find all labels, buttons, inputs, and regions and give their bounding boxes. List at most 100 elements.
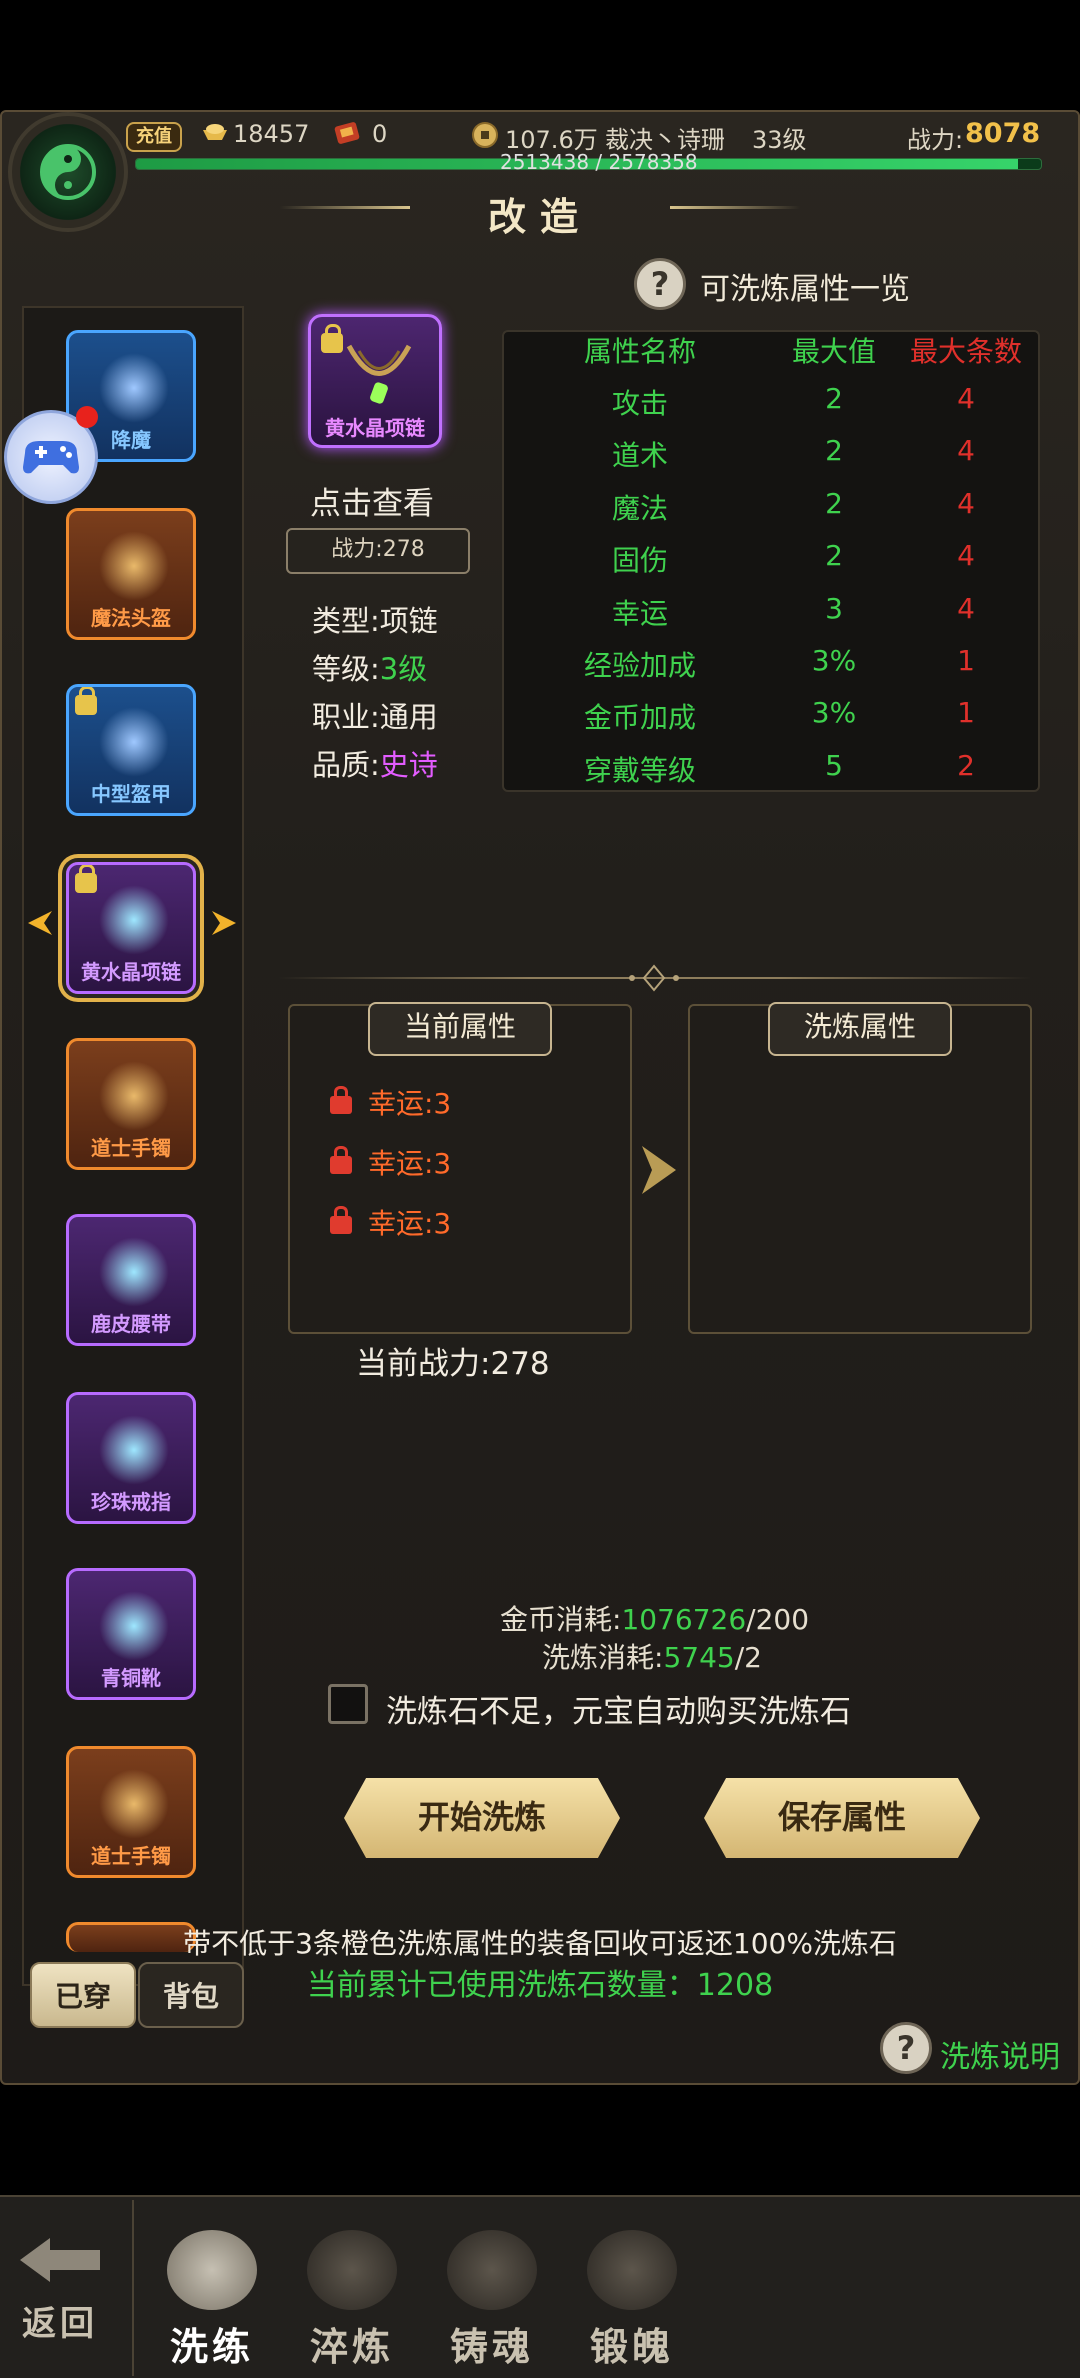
cast-soul-tab-icon (447, 2230, 537, 2310)
red-lock-icon[interactable] (330, 1206, 352, 1234)
nav-tab-label: 洗练 (169, 2324, 254, 2369)
click-view-label[interactable]: 点击查看 (310, 478, 434, 523)
item-quality-label: 品质: (312, 748, 380, 782)
table-cell: 攻击 (611, 387, 668, 420)
equipment-slot-label: 青铜靴 (101, 1666, 161, 1690)
equipment-art-icon (99, 1061, 169, 1131)
current-attr-line: 幸运:3 (330, 1082, 451, 1122)
table-cell: 幸运 (611, 596, 668, 630)
nav-tab-label: 锻魄 (589, 2324, 674, 2369)
equipment-slot[interactable]: 道士手镯 (66, 1746, 196, 1878)
page-title: 改造 (487, 194, 592, 239)
equipment-slot[interactable]: 中型盔甲 (66, 684, 196, 816)
current-attr-line: 幸运:3 (330, 1202, 451, 1242)
refine-attrs-title: 洗炼属性 (768, 1002, 952, 1056)
current-attrs-box: 当前属性 幸运:3 幸运:3 幸运:3 (288, 1002, 632, 1334)
stone-cost-have: 5745 (663, 1641, 735, 1674)
item-quality: 品质:史诗 (312, 742, 438, 784)
table-cell: 经验加成 (583, 649, 696, 682)
item-type: 类型:项链 (312, 604, 438, 638)
yin-yang-icon (40, 144, 96, 200)
stone-used-count: 当前累计已使用洗炼石数量：1208 (306, 1968, 774, 2003)
equipment-art-icon (99, 1591, 169, 1661)
stone-cost-label: 洗炼消耗: (542, 1641, 664, 1674)
table-cell: 固伤 (611, 544, 668, 578)
explain-help-icon[interactable]: ? (880, 2022, 932, 2074)
save-attrs-button[interactable]: 保存属性 (704, 1778, 980, 1858)
gold-cost-need: /200 (746, 1603, 810, 1636)
gold-cost-label: 金币消耗: (500, 1603, 622, 1636)
table-cell: 道术 (611, 439, 668, 473)
table-header: 属性名称 (583, 335, 696, 368)
red-lock-icon[interactable] (330, 1086, 352, 1114)
table-cell: 1 (957, 644, 975, 677)
ticket-count: 0 (372, 120, 388, 148)
quench-tab-icon (307, 2230, 397, 2310)
current-attr-text: 幸运:3 (368, 1087, 452, 1120)
equipment-art-icon (99, 1415, 169, 1485)
equipment-slot[interactable]: 魔法头盔 (66, 508, 196, 640)
taoist-avatar[interactable] (8, 112, 128, 232)
equipment-art-icon (99, 531, 169, 601)
red-lock-icon[interactable] (330, 1146, 352, 1174)
item-power-badge: 战力:278 (286, 528, 470, 574)
lock-icon (75, 687, 97, 715)
player-level: 33级 (752, 126, 807, 154)
notification-dot (76, 406, 98, 428)
table-cell: 金币加成 (583, 701, 696, 735)
table-header: 最大条数 (909, 335, 1022, 368)
gold-cost: 金币消耗:1076726/200 (500, 1598, 809, 1638)
nav-tab-forge-spirit[interactable]: 锻魄 (572, 2230, 692, 2371)
current-attr-text: 幸运:3 (368, 1147, 452, 1180)
table-cell: 4 (957, 382, 975, 415)
equipment-art-icon (99, 885, 169, 955)
back-label: 返回 (22, 2304, 98, 2344)
table-cell: 魔法 (611, 491, 668, 525)
nav-tab-cast-soul[interactable]: 铸魂 (432, 2230, 552, 2371)
item-icon-label: 黄水晶项链 (325, 416, 425, 440)
table-cell: 2 (957, 748, 975, 782)
item-job: 职业:通用 (312, 700, 438, 734)
equipment-slot[interactable]: 道士手镯 (66, 1038, 196, 1170)
nav-tab-refine[interactable]: 洗练 (152, 2230, 272, 2371)
ticket-icon (332, 120, 362, 154)
back-button[interactable]: 返回 (0, 2230, 120, 2345)
attr-list-link[interactable]: 可洗炼属性一览 (700, 264, 910, 308)
auto-buy-checkbox[interactable] (328, 1684, 368, 1724)
start-refine-button[interactable]: 开始洗炼 (344, 1778, 620, 1858)
current-attrs-title: 当前属性 (368, 1002, 552, 1056)
equipment-slot[interactable]: 黄水晶项链 (66, 862, 196, 994)
equipment-slot-label: 中型盔甲 (91, 782, 171, 806)
current-attr-text: 幸运:3 (368, 1207, 452, 1240)
refine-tab-icon (167, 2230, 257, 2310)
help-icon[interactable]: ? (634, 258, 686, 310)
selected-item-icon[interactable]: 黄水晶项链 (308, 314, 442, 448)
divider-ornament-icon (629, 964, 679, 992)
selection-arrow-right-icon (212, 911, 236, 935)
table-cell: 穿戴等级 (583, 753, 696, 787)
stone-cost: 洗炼消耗:5745/2 (542, 1636, 762, 1676)
equipment-art-icon (99, 1769, 169, 1839)
equipment-slot[interactable]: 珍珠戒指 (66, 1392, 196, 1524)
equipment-slot[interactable]: 青铜靴 (66, 1568, 196, 1700)
gold-ingot-count: 18457 (233, 120, 310, 148)
equipment-slot-label: 黄水晶项链 (81, 960, 181, 984)
current-power: 当前战力:278 (356, 1346, 550, 1382)
equipment-slot-label: 道士手镯 (91, 1844, 171, 1868)
equipment-slot-label: 珍珠戒指 (91, 1490, 171, 1514)
refine-explain-link[interactable]: 洗炼说明 (940, 2032, 1060, 2076)
current-attr-line: 幸运:3 (330, 1142, 451, 1182)
equipment-slot[interactable]: 鹿皮腰带 (66, 1214, 196, 1346)
table-cell: 4 (957, 486, 975, 520)
nav-tab-quench[interactable]: 淬炼 (292, 2230, 412, 2371)
recharge-button[interactable]: 充值 (126, 122, 182, 152)
table-cell: 1 (957, 696, 975, 730)
equipment-slot-label: 鹿皮腰带 (91, 1312, 171, 1336)
coin-icon (470, 120, 500, 156)
selection-arrow-left-icon (28, 911, 52, 935)
auto-buy-label: 洗炼石不足，元宝自动购买洗炼石 (386, 1694, 851, 1730)
recycle-note: 带不低于3条橙色洗炼属性的装备回收可返还100%洗炼石 (183, 1927, 897, 1960)
nav-separator (132, 2200, 134, 2376)
equipment-slot-label: 道士手镯 (91, 1136, 171, 1160)
equipment-art-icon (99, 707, 169, 777)
